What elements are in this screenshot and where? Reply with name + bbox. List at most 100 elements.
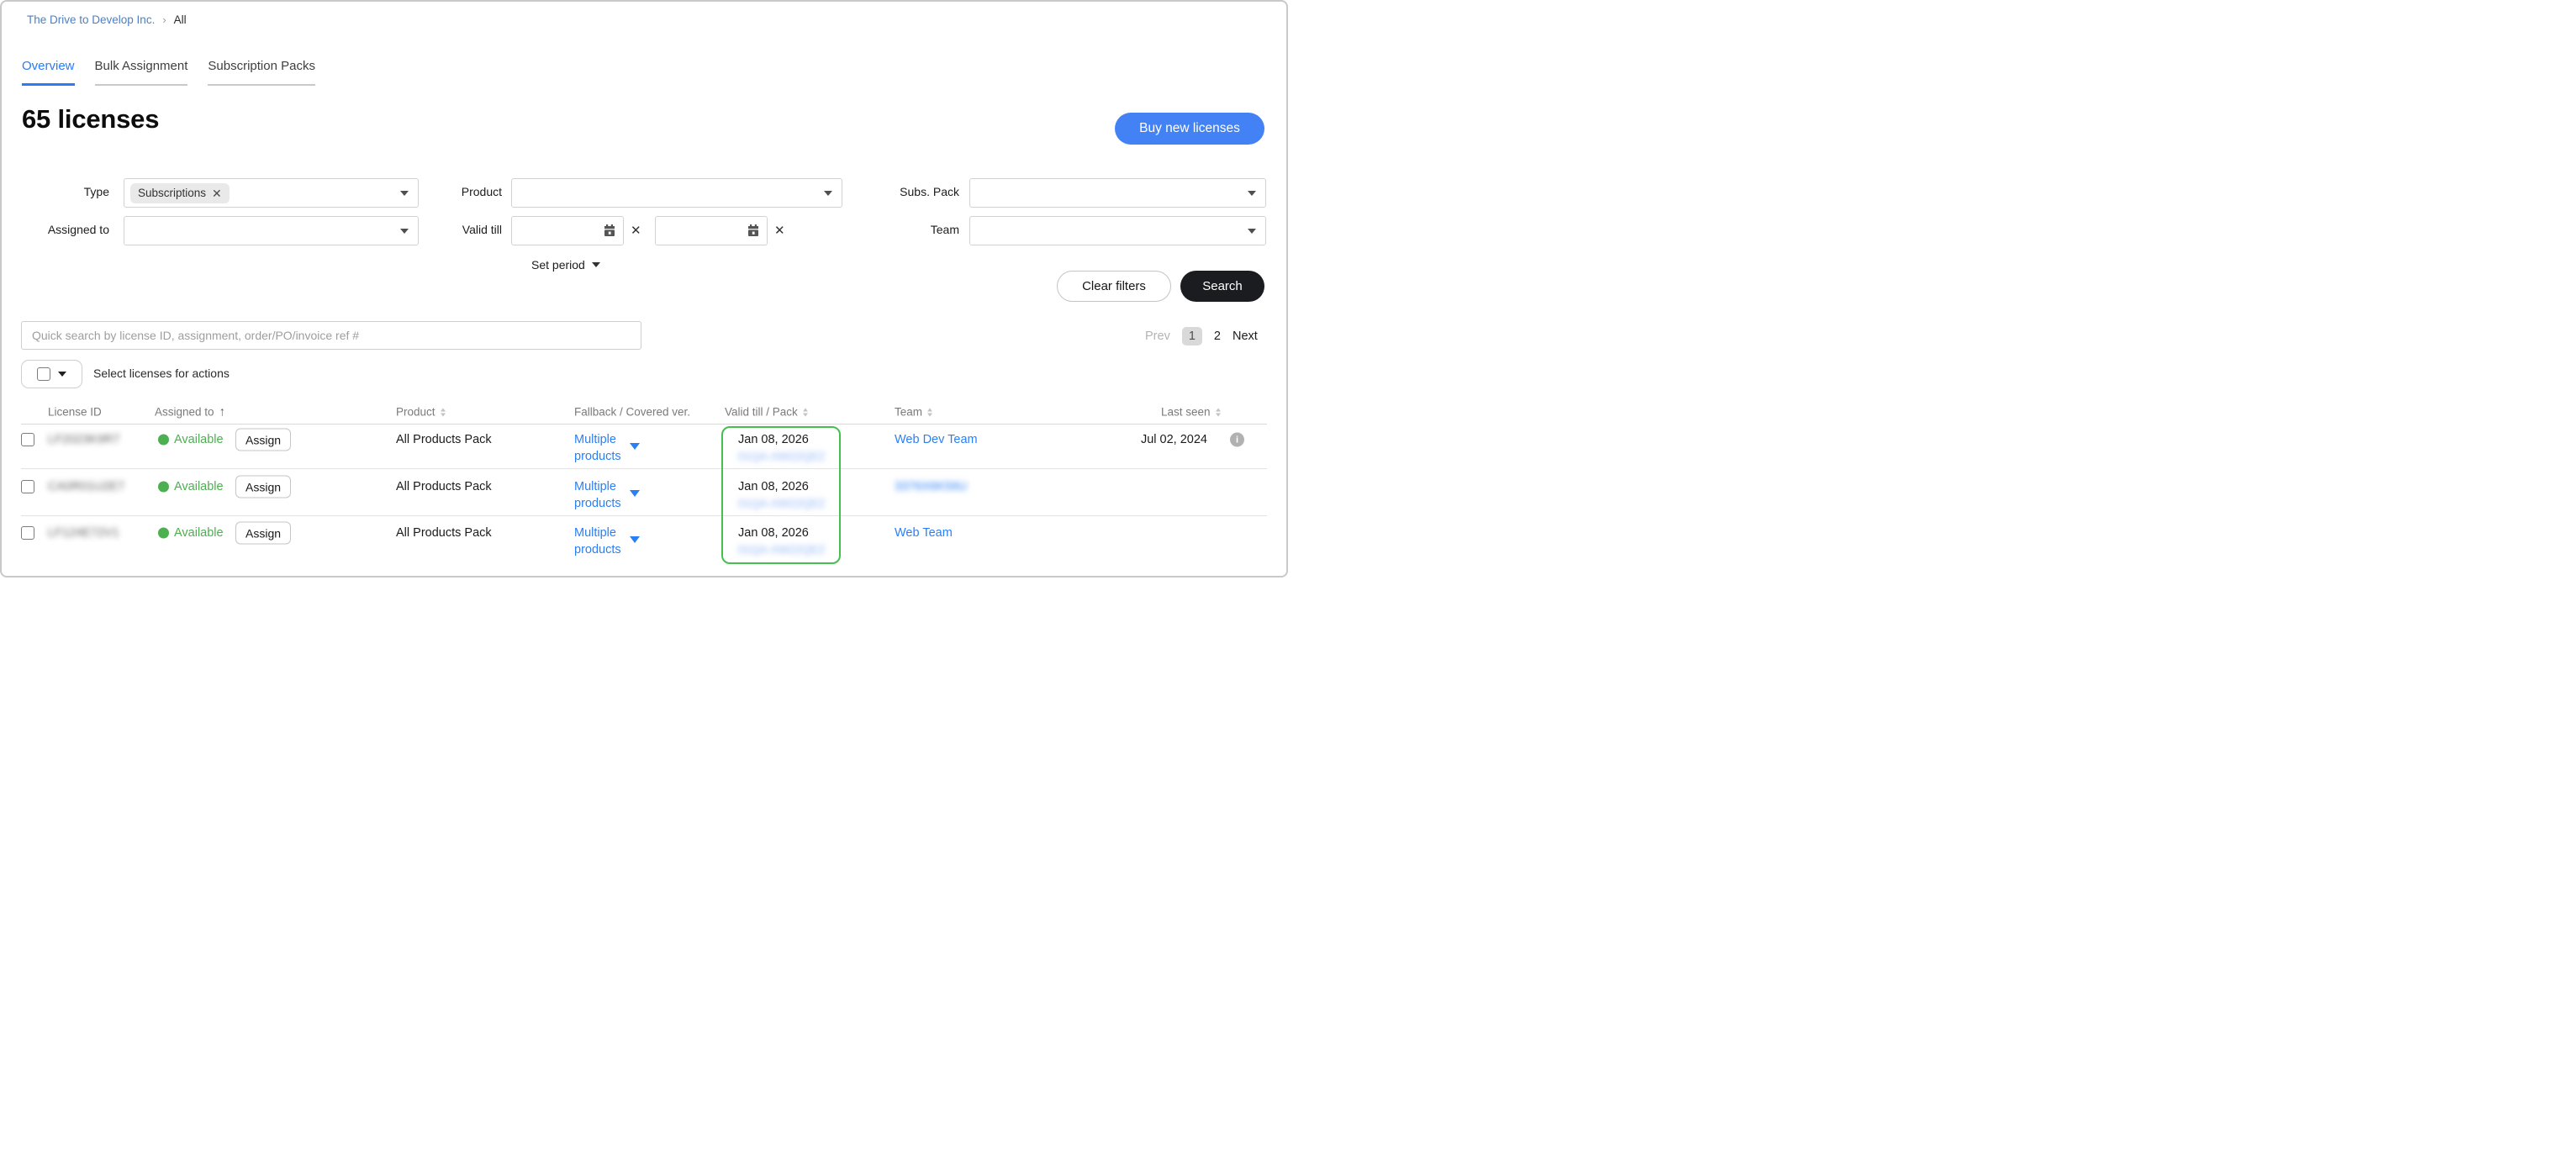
row-checkbox[interactable] [21, 433, 34, 446]
chevron-down-icon [400, 191, 409, 196]
pagination-prev[interactable]: Prev [1145, 330, 1170, 343]
set-period-label: Set period [531, 258, 585, 272]
valid-till-filter-label: Valid till [422, 223, 502, 236]
column-header-label: Product [396, 406, 435, 419]
chevron-down-icon [1248, 191, 1256, 196]
clear-filters-button[interactable]: Clear filters [1057, 271, 1171, 302]
chevron-down-icon[interactable] [630, 490, 640, 497]
status-badge: Available [174, 433, 224, 446]
valid-till-from-input[interactable] [511, 216, 624, 245]
tab-overview[interactable]: Overview [22, 59, 75, 86]
subs-pack-filter-label: Subs. Pack [876, 185, 959, 198]
type-filter-chip: Subscriptions ✕ [130, 183, 230, 203]
last-seen-cell: Jul 02, 2024 [1120, 433, 1207, 446]
status-dot [158, 528, 169, 539]
product-cell: All Products Pack [396, 480, 492, 493]
pagination-page-1[interactable]: 1 [1182, 327, 1202, 345]
tab-bulk-assignment[interactable]: Bulk Assignment [95, 59, 188, 86]
team-link[interactable]: Web Team [895, 526, 953, 540]
select-licenses-hint: Select licenses for actions [93, 367, 230, 380]
sort-icon [441, 408, 446, 416]
assign-button[interactable]: Assign [235, 522, 291, 545]
assign-button[interactable]: Assign [235, 429, 291, 451]
column-header-team[interactable]: Team [895, 406, 932, 419]
type-filter-select[interactable]: Subscriptions ✕ [124, 178, 419, 208]
valid-till-cell: Jan 08, 2026 [738, 433, 809, 446]
pagination: Prev 1 2 Next [1145, 327, 1264, 345]
column-header-label: Team [895, 406, 922, 419]
team-filter-select[interactable] [969, 216, 1266, 245]
row-divider [21, 515, 1267, 516]
column-header-last-seen[interactable]: Last seen [1161, 406, 1221, 419]
breadcrumb-org-link[interactable]: The Drive to Develop Inc. [27, 13, 155, 26]
team-filter-label: Team [876, 223, 959, 236]
pack-link[interactable]: 01QA-XW22QEZ [738, 544, 826, 556]
license-page-window: The Drive to Develop Inc. › All Overview… [0, 0, 1288, 578]
assigned-to-filter-select[interactable] [124, 216, 419, 245]
calendar-icon[interactable] [747, 224, 759, 236]
row-divider [21, 468, 1267, 469]
assign-button[interactable]: Assign [235, 476, 291, 498]
team-link[interactable]: 3376X6K56U [895, 480, 967, 493]
tab-bar: Overview Bulk Assignment Subscription Pa… [22, 59, 315, 86]
multiple-products-link[interactable]: products [574, 543, 621, 556]
multiple-products-link[interactable]: products [574, 450, 621, 463]
buy-new-licenses-button[interactable]: Buy new licenses [1115, 113, 1264, 145]
chevron-down-icon [824, 191, 832, 196]
column-header-label: Fallback / Covered ver. [574, 406, 690, 419]
chevron-down-icon [1248, 229, 1256, 234]
valid-till-to-input[interactable] [655, 216, 768, 245]
select-all-checkbox[interactable] [37, 367, 50, 381]
search-button[interactable]: Search [1180, 271, 1264, 302]
subs-pack-filter-select[interactable] [969, 178, 1266, 208]
breadcrumb: The Drive to Develop Inc. › All [27, 13, 187, 26]
license-id: CA0R01U2E7 [48, 480, 124, 493]
chevron-down-icon [58, 372, 66, 377]
chevron-down-icon [400, 229, 409, 234]
multiple-products-link[interactable]: Multiple [574, 480, 616, 493]
breadcrumb-separator: › [162, 13, 166, 26]
valid-till-cell: Jan 08, 2026 [738, 526, 809, 540]
row-checkbox[interactable] [21, 480, 34, 493]
multiple-products-link[interactable]: Multiple [574, 433, 616, 446]
column-header-assigned-to[interactable]: Assigned to ↑ [155, 405, 225, 419]
select-all-button[interactable] [21, 360, 82, 388]
pack-link[interactable]: 01QA-XW22QEZ [738, 451, 826, 463]
column-header-label: Last seen [1161, 406, 1211, 419]
pack-link[interactable]: 01QA-XW22QEZ [738, 498, 826, 510]
row-checkbox[interactable] [21, 526, 34, 540]
product-cell: All Products Pack [396, 433, 492, 446]
tab-subscription-packs[interactable]: Subscription Packs [208, 59, 315, 86]
chevron-down-icon[interactable] [630, 443, 640, 450]
chevron-down-icon[interactable] [630, 536, 640, 543]
page-title: 65 licenses [22, 104, 159, 134]
license-id: LF124E72V1 [48, 526, 119, 540]
status-badge: Available [174, 480, 224, 493]
info-icon[interactable]: i [1230, 433, 1244, 447]
team-link[interactable]: Web Dev Team [895, 433, 978, 446]
sort-icon [803, 408, 808, 416]
column-header-fallback: Fallback / Covered ver. [574, 406, 690, 419]
status-dot [158, 435, 169, 446]
column-header-label: License ID [48, 406, 102, 419]
calendar-icon[interactable] [604, 224, 615, 236]
column-header-product[interactable]: Product [396, 406, 446, 419]
status-dot [158, 482, 169, 493]
column-header-label: Assigned to [155, 406, 214, 419]
set-period-link[interactable]: Set period [531, 258, 600, 272]
pagination-page-2[interactable]: 2 [1214, 330, 1221, 343]
product-filter-select[interactable] [511, 178, 842, 208]
sort-icon [1216, 408, 1221, 416]
quick-search-input[interactable] [21, 321, 641, 350]
product-filter-label: Product [422, 185, 502, 198]
multiple-products-link[interactable]: Multiple [574, 526, 616, 540]
sort-ascending-icon: ↑ [219, 405, 226, 419]
multiple-products-link[interactable]: products [574, 497, 621, 510]
clear-date-to-icon[interactable]: ✕ [774, 223, 785, 238]
pagination-next[interactable]: Next [1233, 330, 1258, 343]
type-filter-chip-label: Subscriptions [138, 187, 206, 199]
column-header-valid-till[interactable]: Valid till / Pack [725, 406, 808, 419]
clear-date-from-icon[interactable]: ✕ [631, 223, 641, 238]
column-header-label: Valid till / Pack [725, 406, 798, 419]
chip-remove-icon[interactable]: ✕ [212, 187, 222, 199]
